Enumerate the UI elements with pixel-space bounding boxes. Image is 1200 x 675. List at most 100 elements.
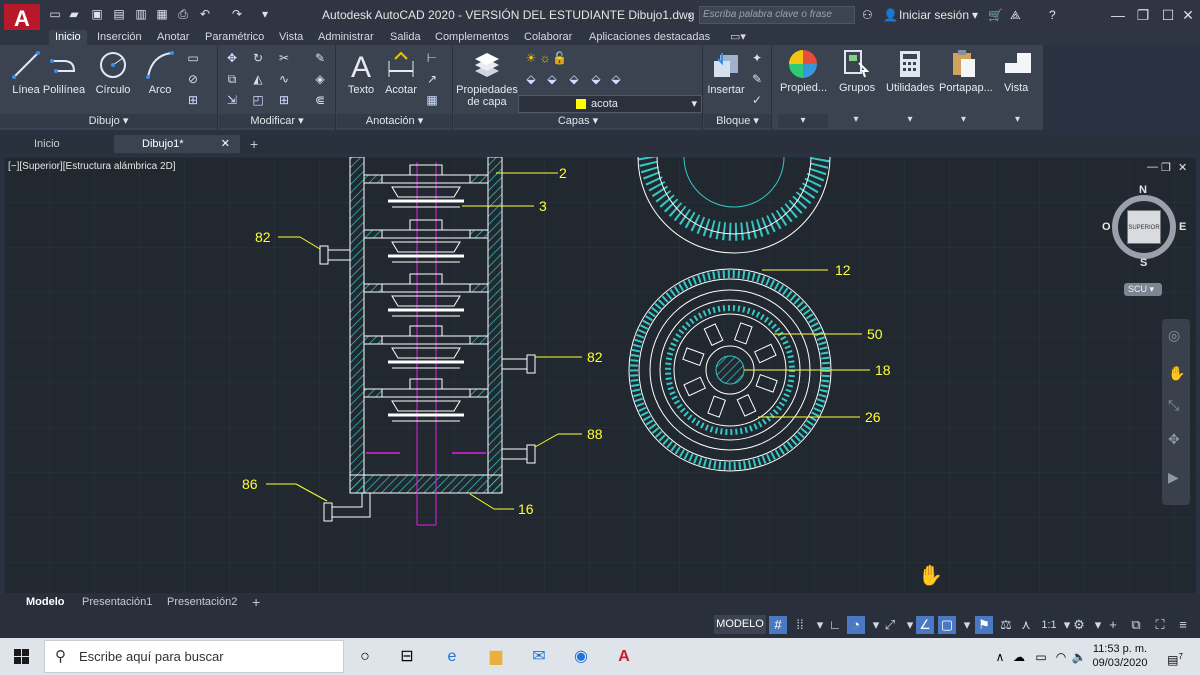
tab-complementos[interactable]: Complementos [429,30,515,45]
orbit-icon[interactable]: ✥ [1168,431,1180,448]
notification-center-icon[interactable]: ▤7 [1160,642,1190,672]
drawing-canvas[interactable]: [−][Superior][Estructura alámbrica 2D] —… [4,157,1196,593]
save-icon[interactable]: ▣ [90,8,104,21]
mail-icon[interactable]: ✉ [524,642,554,672]
layer-tool-icon-1[interactable]: ⬙ [524,72,538,86]
viewcube-face-top[interactable]: SUPERIOR [1127,210,1161,244]
steering-wheel-icon[interactable]: ◎ [1168,327,1180,344]
rectangle-icon[interactable]: ▭ [186,51,200,65]
panel-grupos[interactable]: Grupos ▾ [831,45,881,130]
save-web-icon[interactable]: ▦ [155,8,169,21]
copy-icon[interactable]: ⧉ [225,72,239,86]
erase-icon[interactable]: ✎ [313,51,327,65]
pan-hand-icon[interactable]: ✋ [1168,365,1185,382]
table-grid-icon[interactable]: ⊞ [186,93,200,107]
mirror-icon[interactable]: ◭ [251,72,265,86]
block-attribute-icon[interactable]: ✓ [750,93,764,107]
tab-aplicaciones-destacadas[interactable]: Aplicaciones destacadas [583,30,716,45]
grupos-dropdown-icon[interactable]: ▾ [831,114,881,125]
open-file-icon[interactable]: ▰ [67,8,81,21]
tab-administrar[interactable]: Administrar [312,30,380,45]
zoom-extents-icon[interactable]: ⤡ [1168,397,1179,414]
redo-icon[interactable]: ↷ [230,8,244,21]
scale-icon[interactable]: ◰ [251,93,265,107]
array-icon[interactable]: ⊞ [277,93,291,107]
panel-utilidades[interactable]: Utilidades ▾ [884,45,936,130]
print-icon[interactable]: ⎙ [176,8,190,21]
signin-dropdown-icon[interactable]: ▾ [972,8,978,22]
auto-scale-icon[interactable]: ⚖ [997,616,1015,634]
tab-colaborar[interactable]: Colaborar [518,30,578,45]
isolate-objects-icon[interactable]: ⧉ [1127,616,1145,634]
binoculars-icon[interactable]: ⚇ [862,8,873,22]
viewport-controls-label[interactable]: [−][Superior][Estructura alámbrica 2D] [8,161,176,172]
quick-access-dropdown-icon[interactable]: ▾ [258,8,272,21]
tab-salida[interactable]: Salida [384,30,427,45]
file-tab-inicio[interactable]: Inicio [6,135,114,153]
stretch-icon[interactable]: ⇲ [225,93,239,107]
leader-icon[interactable]: ↗ [425,72,439,86]
panel-title-dibujo[interactable]: Dibujo ▾ [0,114,217,128]
object-snap-tracking-icon[interactable]: ∠ [916,616,934,634]
save-as-icon[interactable]: ▤ [112,8,126,21]
autocad-taskbar-icon[interactable]: A [609,642,639,672]
timeline-icon[interactable]: ⊟ [392,642,422,672]
open-web-icon[interactable]: ▥ [134,8,148,21]
file-tab-dibujo1[interactable]: Dibujo1* ✕ [114,135,240,153]
tab-inicio[interactable]: Inicio [49,30,87,45]
rotate-icon[interactable]: ↻ [251,51,265,65]
annotation-visibility-icon[interactable]: ⚑ [975,616,993,634]
maximize-icon[interactable]: ☐ [1158,5,1178,25]
ortho-icon[interactable]: ∟ [826,616,844,634]
layer-on-icon[interactable]: ☀ [524,51,538,65]
panel-title-anotacion[interactable]: Anotación ▾ [337,114,452,128]
new-layout-plus-icon[interactable]: + [252,593,260,611]
layer-unlock-icon[interactable]: 🔓 [552,51,567,65]
edit-block-icon[interactable]: ✎ [750,72,764,86]
explode-icon[interactable]: ◈ [313,72,327,86]
layer-thaw-icon[interactable]: ☼ [538,51,552,65]
signin-button[interactable]: Iniciar sesión [899,8,969,22]
tab-anotar[interactable]: Anotar [151,30,195,45]
layer-dropdown[interactable]: acota ▾ [518,95,702,113]
trim-icon[interactable]: ✂ [277,51,291,65]
workspace-gear-icon[interactable]: ⚙ [1070,616,1088,634]
close-icon[interactable]: ✕ [1178,5,1198,25]
layer-tool-icon-2[interactable]: ⬙ [545,72,559,86]
customize-menu-icon[interactable]: ≡ [1174,616,1192,634]
help-search-input[interactable]: Escriba palabra clave o frase [699,6,855,24]
propiedades-dropdown-icon[interactable]: ▾ [778,114,828,128]
panel-title-bloque[interactable]: Bloque ▾ [704,114,771,128]
dimension-tool[interactable]: Acotar [379,49,423,96]
ribbon-options-icon[interactable]: ▭▾ [724,30,752,45]
layout-tab-presentacion2[interactable]: Presentación2 [167,593,237,611]
viewcube[interactable]: SUPERIOR N S E O [1102,184,1186,269]
insert-tool[interactable]: Insertar [706,49,746,96]
object-snap-icon[interactable]: ▢ [938,616,956,634]
circle-tool[interactable]: Círculo [91,49,135,96]
panel-title-modificar[interactable]: Modificar ▾ [219,114,335,128]
viewport-close-icon[interactable]: ✕ [1178,161,1187,174]
showmotion-icon[interactable]: ▶ [1168,469,1179,486]
task-view-icon[interactable]: ○ [350,642,380,672]
polar-icon[interactable]: ◔ [847,616,865,634]
clean-screen-icon[interactable]: ⛶ [1151,616,1169,634]
ucs-dropdown[interactable]: SCU ▾ [1124,283,1162,296]
annotation-monitor-icon[interactable]: + [1104,616,1122,634]
model-space-button[interactable]: MODELO [714,615,766,634]
undo-icon[interactable]: ↶ [198,8,212,21]
table-icon[interactable]: ▦ [425,93,439,107]
tab-vista[interactable]: Vista [273,30,309,45]
new-file-icon[interactable]: ▭ [48,8,62,21]
help-icon[interactable]: ? [1049,8,1056,22]
minimize-icon[interactable]: — [1108,5,1128,25]
windows-search-box[interactable]: ⚲ Escribe aquí para buscar [44,640,344,673]
new-tab-plus-icon[interactable]: + [250,135,258,153]
layer-tool-icon-3[interactable]: ⬙ [567,72,581,86]
polyline-tool[interactable]: Polilínea [42,49,86,96]
move-icon[interactable]: ✥ [225,51,239,65]
panel-title-capas[interactable]: Capas ▾ [454,114,702,128]
layer-tool-icon-4[interactable]: ⬙ [589,72,603,86]
snap-icon[interactable]: ⁞⁞ [791,616,809,634]
tab-parametrico[interactable]: Paramétrico [199,30,270,45]
